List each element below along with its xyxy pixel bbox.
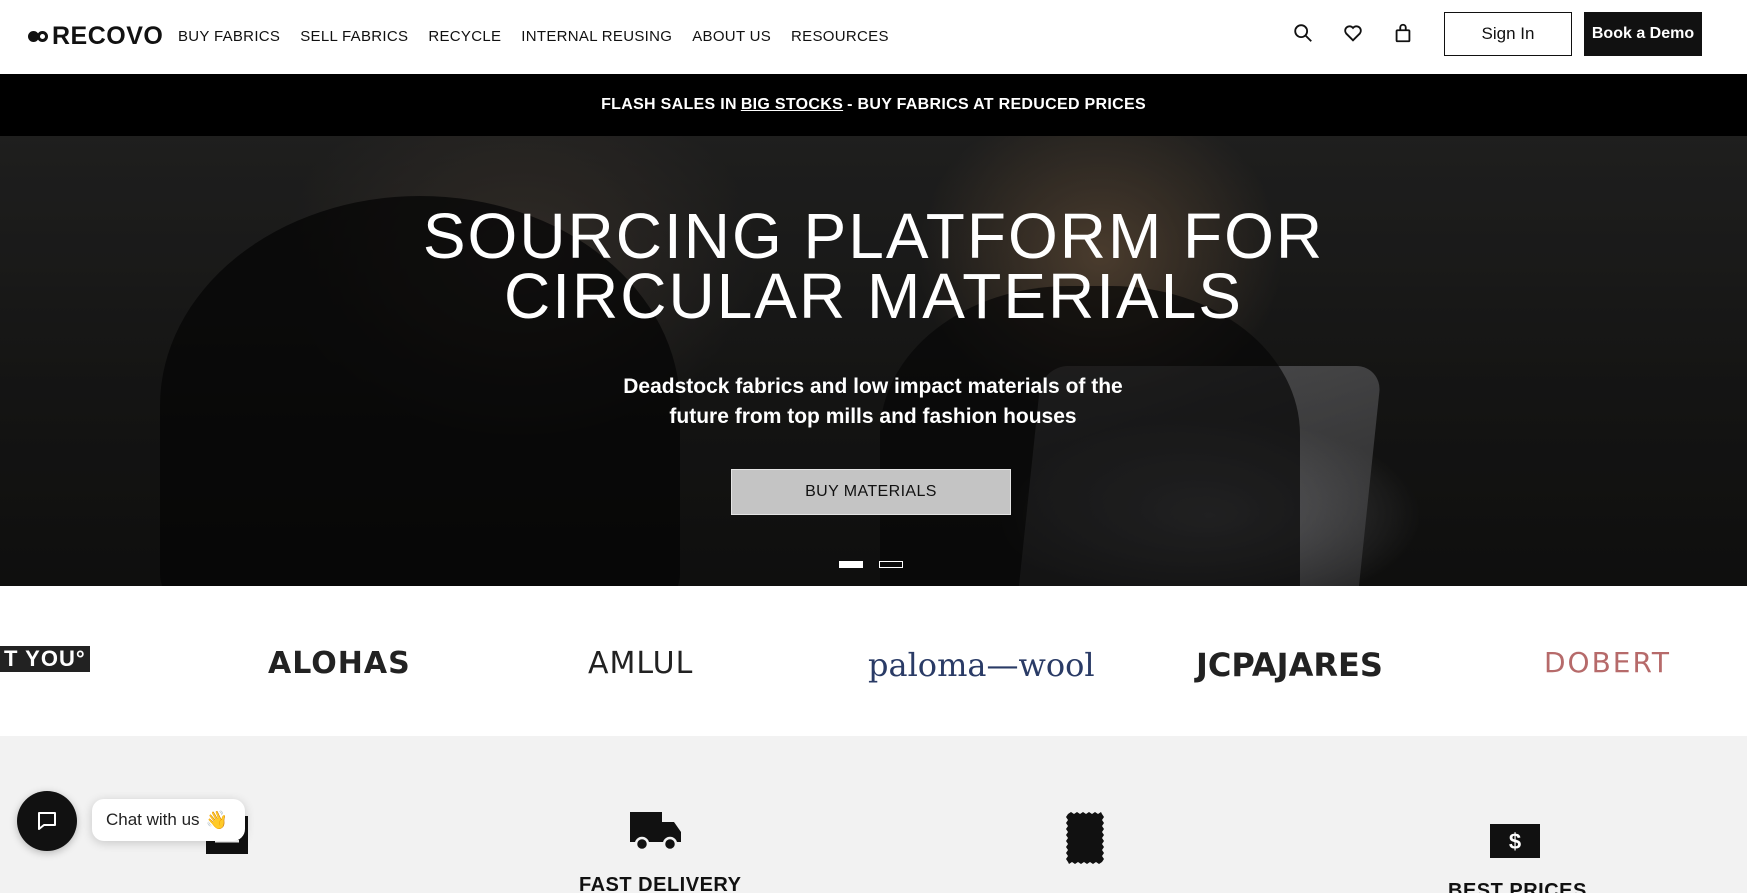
nav-buy-fabrics[interactable]: BUY FABRICS <box>178 28 280 45</box>
feature-title-best-prices: BEST PRICES <box>1448 880 1587 893</box>
hero-subtitle-line1: Deadstock fabrics and low impact materia… <box>623 375 1123 398</box>
brand-logo: DOBERT <box>1544 646 1672 679</box>
site-header: RECOVO BUY FABRICS SELL FABRICS RECYCLE … <box>0 0 1747 74</box>
bag-icon[interactable] <box>1392 22 1414 44</box>
promo-bar: FLASH SALES IN BIG STOCKS - BUY FABRICS … <box>0 74 1747 136</box>
brand-logo: paloma—wool <box>868 646 1095 684</box>
chat-launcher-button[interactable] <box>17 791 77 851</box>
main-nav: BUY FABRICS SELL FABRICS RECYCLE INTERNA… <box>178 28 889 45</box>
logo-text: RECOVO <box>52 22 164 50</box>
dollar-bill-icon: $ <box>1490 824 1540 863</box>
chat-prompt-label: Chat with us <box>106 810 200 829</box>
nav-sell-fabrics[interactable]: SELL FABRICS <box>300 28 408 45</box>
features-section: FAST DELIVERY $ BEST PRICES <box>0 736 1747 893</box>
heart-icon[interactable] <box>1342 22 1364 44</box>
slider-dot-1[interactable] <box>839 561 863 568</box>
buy-materials-button[interactable]: BUY MATERIALS <box>731 469 1011 515</box>
svg-text:$: $ <box>1509 829 1521 854</box>
promo-link[interactable]: BIG STOCKS <box>741 96 843 114</box>
nav-recycle[interactable]: RECYCLE <box>428 28 501 45</box>
promo-suffix: - BUY FABRICS AT REDUCED PRICES <box>847 96 1146 113</box>
sign-in-button[interactable]: Sign In <box>1444 12 1572 56</box>
hero-title: SOURCING PLATFORM FOR CIRCULAR MATERIALS <box>0 200 1747 332</box>
brand-logo: AMLUL <box>588 646 694 681</box>
logo-mark-icon <box>28 26 50 48</box>
hero-banner: SOURCING PLATFORM FOR CIRCULAR MATERIALS… <box>0 136 1747 586</box>
hero-title-line1: SOURCING PLATFORM FOR <box>422 200 1325 272</box>
brand-logo: T YOU° <box>0 646 90 672</box>
feature-title-fast-delivery: FAST DELIVERY <box>579 874 742 893</box>
hero-subtitle-line2: future from top mills and fashion houses <box>669 405 1077 428</box>
hero-subtitle: Deadstock fabrics and low impact materia… <box>623 372 1123 432</box>
brand-logos-strip: T YOU° ALOHAS AMLUL paloma—wool JCPAJARE… <box>0 586 1747 736</box>
slider-dots <box>839 561 903 568</box>
header-icons <box>1292 22 1414 44</box>
nav-about-us[interactable]: ABOUT US <box>692 28 771 45</box>
fabric-swatch-icon <box>1066 812 1104 869</box>
hero-title-line2: CIRCULAR MATERIALS <box>504 260 1243 332</box>
promo-prefix: FLASH SALES IN <box>601 96 737 113</box>
search-icon[interactable] <box>1292 22 1314 44</box>
nav-resources[interactable]: RESOURCES <box>791 28 889 45</box>
logo[interactable]: RECOVO <box>28 22 163 51</box>
wave-emoji-icon: 👋 <box>205 809 228 830</box>
brand-logo: ALOHAS <box>268 646 411 681</box>
brand-logo: JCPAJARES <box>1196 646 1383 684</box>
chat-prompt-bubble[interactable]: Chat with us 👋 <box>92 799 245 841</box>
nav-internal-reusing[interactable]: INTERNAL REUSING <box>521 28 672 45</box>
slider-dot-2[interactable] <box>879 561 903 568</box>
chat-icon <box>38 812 56 830</box>
book-demo-button[interactable]: Book a Demo <box>1584 12 1702 56</box>
truck-icon <box>630 810 682 857</box>
